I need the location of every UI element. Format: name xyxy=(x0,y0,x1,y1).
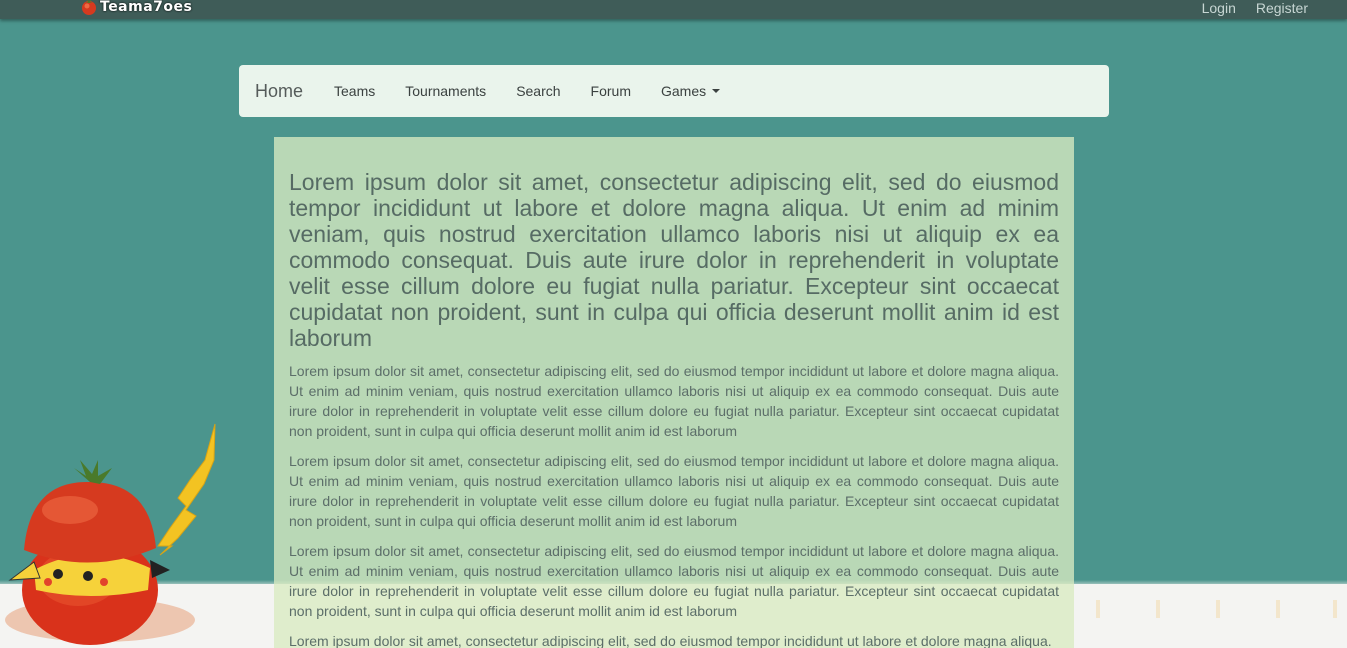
register-link[interactable]: Register xyxy=(1256,0,1308,16)
nav-home[interactable]: Home xyxy=(255,81,303,102)
body-paragraph: Lorem ipsum dolor sit amet, consectetur … xyxy=(289,543,1059,619)
body-paragraph: Lorem ipsum dolor sit amet, consectetur … xyxy=(289,363,1059,439)
floor-decoration xyxy=(1156,600,1160,618)
mascot-illustration xyxy=(5,423,216,645)
body-paragraph: Lorem ipsum dolor sit amet, consectetur … xyxy=(289,633,1052,648)
brand-name: Teama7oes xyxy=(100,0,193,15)
caret-down-icon xyxy=(712,89,721,93)
nav-games-dropdown[interactable]: Games xyxy=(661,83,721,99)
top-bar: Teama7oes Login Register xyxy=(0,0,1347,19)
main-navbar: Home Teams Tournaments Search Forum Game… xyxy=(239,65,1109,117)
nav-teams[interactable]: Teams xyxy=(334,83,375,99)
floor-decoration xyxy=(1096,600,1100,618)
nav-search[interactable]: Search xyxy=(516,83,560,99)
nav-forum[interactable]: Forum xyxy=(591,83,631,99)
tomato-icon xyxy=(82,0,96,15)
nav-games-label: Games xyxy=(661,83,707,99)
body-paragraph: Lorem ipsum dolor sit amet, consectetur … xyxy=(289,453,1059,529)
floor-decoration xyxy=(1216,600,1220,618)
floor-decoration xyxy=(1276,600,1280,618)
login-link[interactable]: Login xyxy=(1202,0,1236,16)
floor-decoration xyxy=(1333,600,1337,618)
content-panel: Lorem ipsum dolor sit amet, consectetur … xyxy=(274,137,1074,648)
lead-paragraph: Lorem ipsum dolor sit amet, consectetur … xyxy=(289,169,1059,351)
nav-tournaments[interactable]: Tournaments xyxy=(405,83,486,99)
account-links: Login Register xyxy=(1202,0,1308,16)
brand[interactable]: Teama7oes xyxy=(80,0,192,18)
